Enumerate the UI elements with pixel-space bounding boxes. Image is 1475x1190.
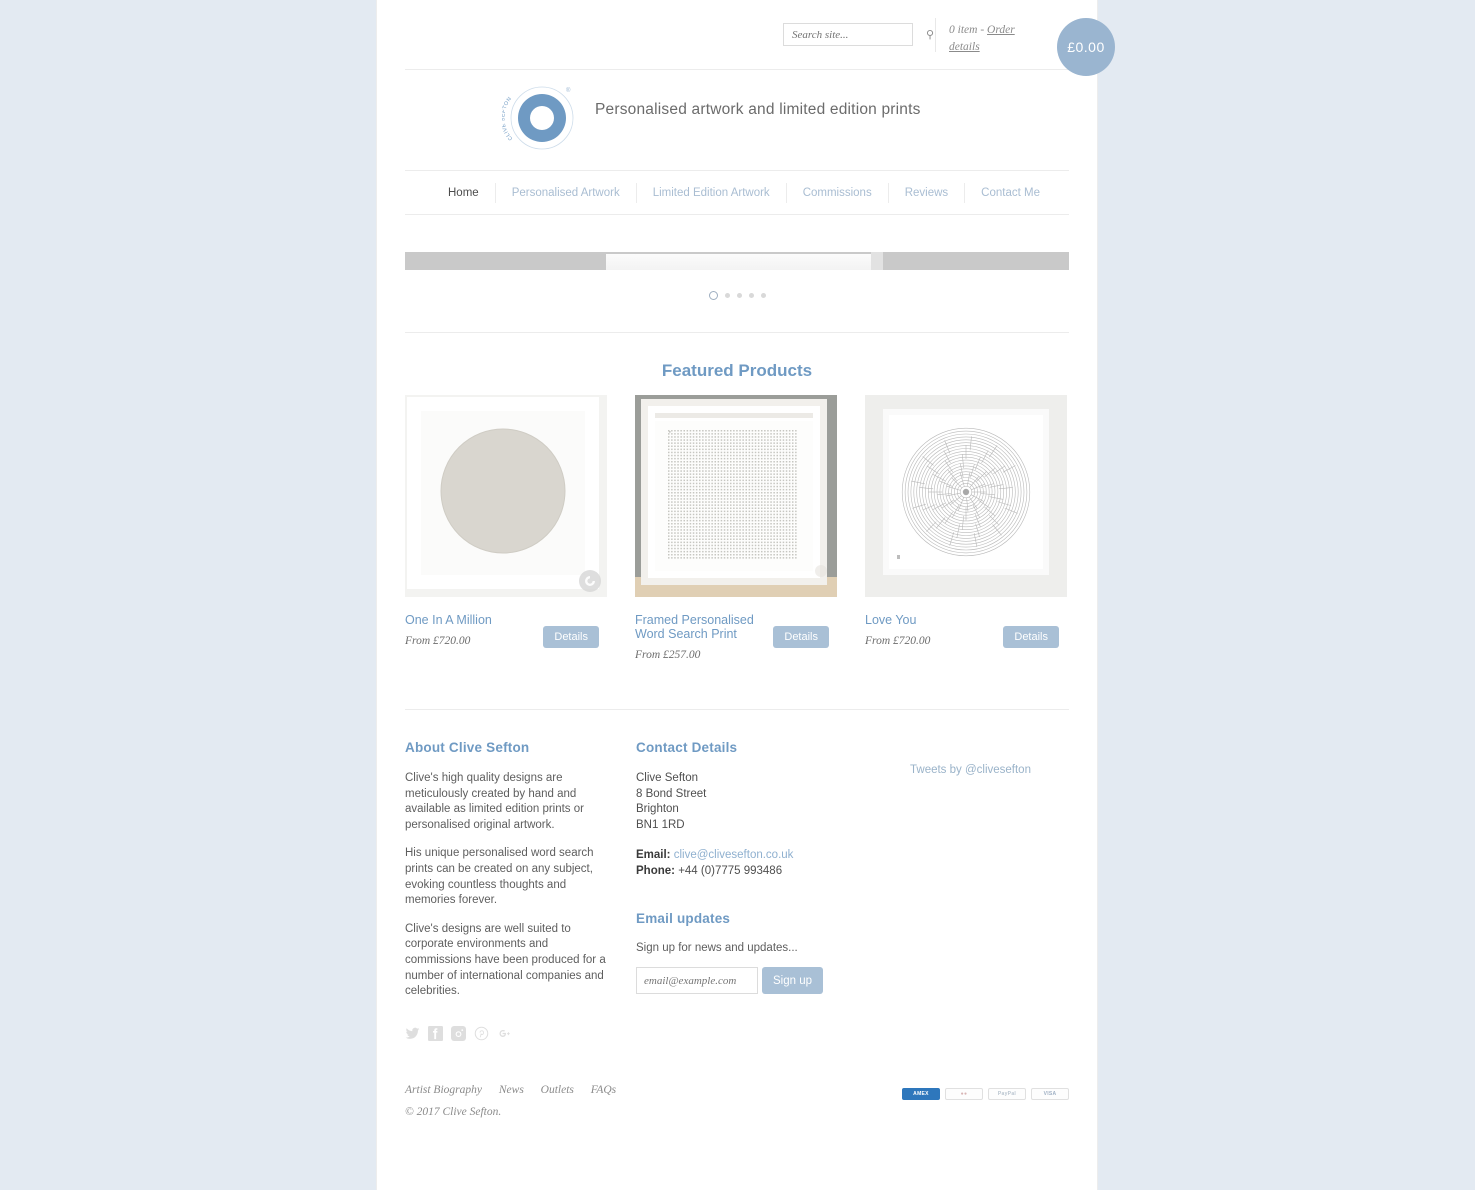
product-price: From £257.00 (635, 649, 701, 661)
footer-about-column: About Clive Sefton Clive's high quality … (405, 740, 615, 1046)
utility-bar: ⚲ 0 item - Order details £0.00 (405, 0, 1115, 76)
product-name[interactable]: One In A Million (405, 613, 530, 627)
product-image-one-in-a-million[interactable] (405, 395, 607, 597)
product-details-button[interactable]: Details (543, 626, 599, 648)
email-link[interactable]: clive@clivesefton.co.uk (674, 849, 794, 861)
nav-item-contact-me[interactable]: Contact Me (964, 182, 1056, 203)
slider-dot-3[interactable] (736, 293, 742, 298)
facebook-icon[interactable] (428, 1025, 443, 1046)
contact-phone-row: Phone: +44 (0)7775 993486 (636, 863, 836, 879)
email-updates-description: Sign up for news and updates... (636, 942, 798, 955)
email-signup-form: Sign up (636, 967, 836, 995)
nav-item-limited-edition-artwork[interactable]: Limited Edition Artwork (635, 182, 786, 203)
product-card: Love You From £720.00 Details (865, 395, 1067, 661)
slider-pagination (405, 291, 1069, 300)
main-navigation: Home Personalised Artwork Limited Editio… (405, 171, 1069, 215)
twitter-icon[interactable] (405, 1026, 420, 1046)
footer-bottom-bar: Artist Biography News Outlets FAQs © 201… (405, 1046, 1069, 1118)
registered-mark: ® (566, 87, 571, 94)
about-paragraph: His unique personalised word search prin… (405, 847, 594, 907)
twitter-timeline-link[interactable]: Tweets by @clivesefton (910, 764, 1031, 776)
email-signup-input[interactable] (636, 967, 758, 995)
product-meta: Love You From £720.00 Details (865, 613, 1067, 648)
nav-item-home[interactable]: Home (432, 183, 495, 203)
contact-city: Brighton (636, 803, 679, 816)
mastercard-icon: ●● (945, 1087, 983, 1100)
slider-dot-4[interactable] (748, 293, 754, 298)
contact-heading: Contact Details (636, 740, 738, 755)
contact-address: Clive Sefton 8 Bond Street Brighton BN1 … (636, 771, 836, 833)
product-name[interactable]: Love You (865, 613, 990, 627)
featured-products-list: One In A Million From £720.00 Details Fr… (405, 395, 1069, 661)
phone-value: +44 (0)7775 993486 (678, 865, 783, 878)
nav-item-commissions[interactable]: Commissions (785, 182, 888, 203)
hero-slide-edge (871, 252, 883, 270)
product-card: One In A Million From £720.00 Details (405, 395, 607, 661)
nav-item-personalised-artwork[interactable]: Personalised Artwork (494, 182, 636, 203)
header-divider (935, 18, 936, 52)
about-paragraph: Clive's designs are well suited to corpo… (405, 922, 606, 998)
instagram-icon[interactable] (451, 1025, 466, 1046)
slider-dot-5[interactable] (760, 293, 766, 298)
paypal-icon: PayPal (988, 1087, 1026, 1100)
about-heading: About Clive Sefton (405, 740, 530, 755)
google-plus-icon[interactable] (497, 1026, 512, 1046)
product-details-button[interactable]: Details (1003, 626, 1059, 648)
footer-link-faqs[interactable]: FAQs (591, 1084, 616, 1096)
about-paragraph: Clive's high quality designs are meticul… (405, 772, 584, 831)
product-details-button[interactable]: Details (773, 626, 829, 648)
search-box[interactable]: ⚲ (783, 23, 934, 46)
footer-contact-column: Contact Details Clive Sefton 8 Bond Stre… (636, 740, 836, 1046)
basket-total-badge[interactable]: £0.00 (1057, 18, 1115, 76)
phone-label: Phone: (636, 865, 675, 878)
payment-methods: AMEX ●● PayPal VISA (902, 1084, 1069, 1100)
slider-dot-2[interactable] (724, 293, 730, 298)
slider-dot-1[interactable] (708, 291, 718, 300)
email-updates-heading: Email updates (636, 911, 731, 927)
search-input[interactable] (784, 28, 926, 41)
product-meta: One In A Million From £720.00 Details (405, 613, 607, 648)
pinterest-icon[interactable] (474, 1026, 489, 1046)
basket-total-amount: £0.00 (1067, 39, 1105, 55)
footer-twitter-column: Tweets by @clivesefton (836, 740, 1069, 1046)
site-tagline: Personalised artwork and limited edition… (595, 101, 921, 118)
email-signup-button[interactable]: Sign up (762, 967, 824, 995)
cart-summary: 0 item - Order details (949, 22, 1035, 56)
footer-links: Artist Biography News Outlets FAQs (405, 1084, 902, 1096)
product-meta: Framed Personalised Word Search Print Fr… (635, 613, 837, 661)
footer-columns: About Clive Sefton Clive's high quality … (405, 710, 1069, 1046)
visa-icon: VISA (1031, 1087, 1069, 1100)
copyright-text: © 2017 Clive Sefton. (405, 1105, 502, 1118)
site-logo[interactable]: CLIVE SEFTON ® (500, 78, 582, 158)
product-card: Framed Personalised Word Search Print Fr… (635, 395, 837, 661)
site-page: ⚲ 0 item - Order details £0.00 CLIVE SEF… (376, 0, 1115, 1190)
cart-separator: - (977, 24, 988, 36)
nav-item-reviews[interactable]: Reviews (887, 182, 964, 203)
hero-slide-placeholder[interactable] (405, 252, 1069, 270)
header-utility-region: ⚲ 0 item - Order details £0.00 CLIVE SEF… (405, 0, 1115, 1118)
cart-item-count: 0 item (949, 24, 978, 36)
footer-link-news[interactable]: News (499, 1084, 524, 1096)
footer-bottom-left: Artist Biography News Outlets FAQs © 201… (405, 1084, 902, 1118)
footer-link-outlets[interactable]: Outlets (541, 1084, 574, 1096)
featured-products-heading: Featured Products (661, 361, 813, 380)
contact-street: 8 Bond Street (636, 787, 707, 800)
social-links (405, 1025, 615, 1046)
product-image-love-you[interactable] (865, 395, 1067, 597)
hero-slide-image (606, 254, 871, 270)
logo-band: CLIVE SEFTON ® Personalised artwork and … (405, 70, 1069, 171)
search-icon[interactable]: ⚲ (926, 28, 934, 41)
amex-icon: AMEX (902, 1087, 940, 1100)
email-label: Email: (636, 849, 671, 862)
contact-postcode: BN1 1RD (636, 818, 685, 831)
svg-text:CLIVE SEFTON: CLIVE SEFTON (502, 96, 514, 141)
contact-email-row: Email: clive@clivesefton.co.uk (636, 847, 836, 863)
footer-link-artist-biography[interactable]: Artist Biography (405, 1084, 482, 1096)
hero-slider (405, 215, 1069, 300)
contact-name: Clive Sefton (636, 772, 699, 784)
product-name[interactable]: Framed Personalised Word Search Print (635, 613, 760, 641)
product-image-framed-word-search[interactable] (635, 395, 837, 597)
